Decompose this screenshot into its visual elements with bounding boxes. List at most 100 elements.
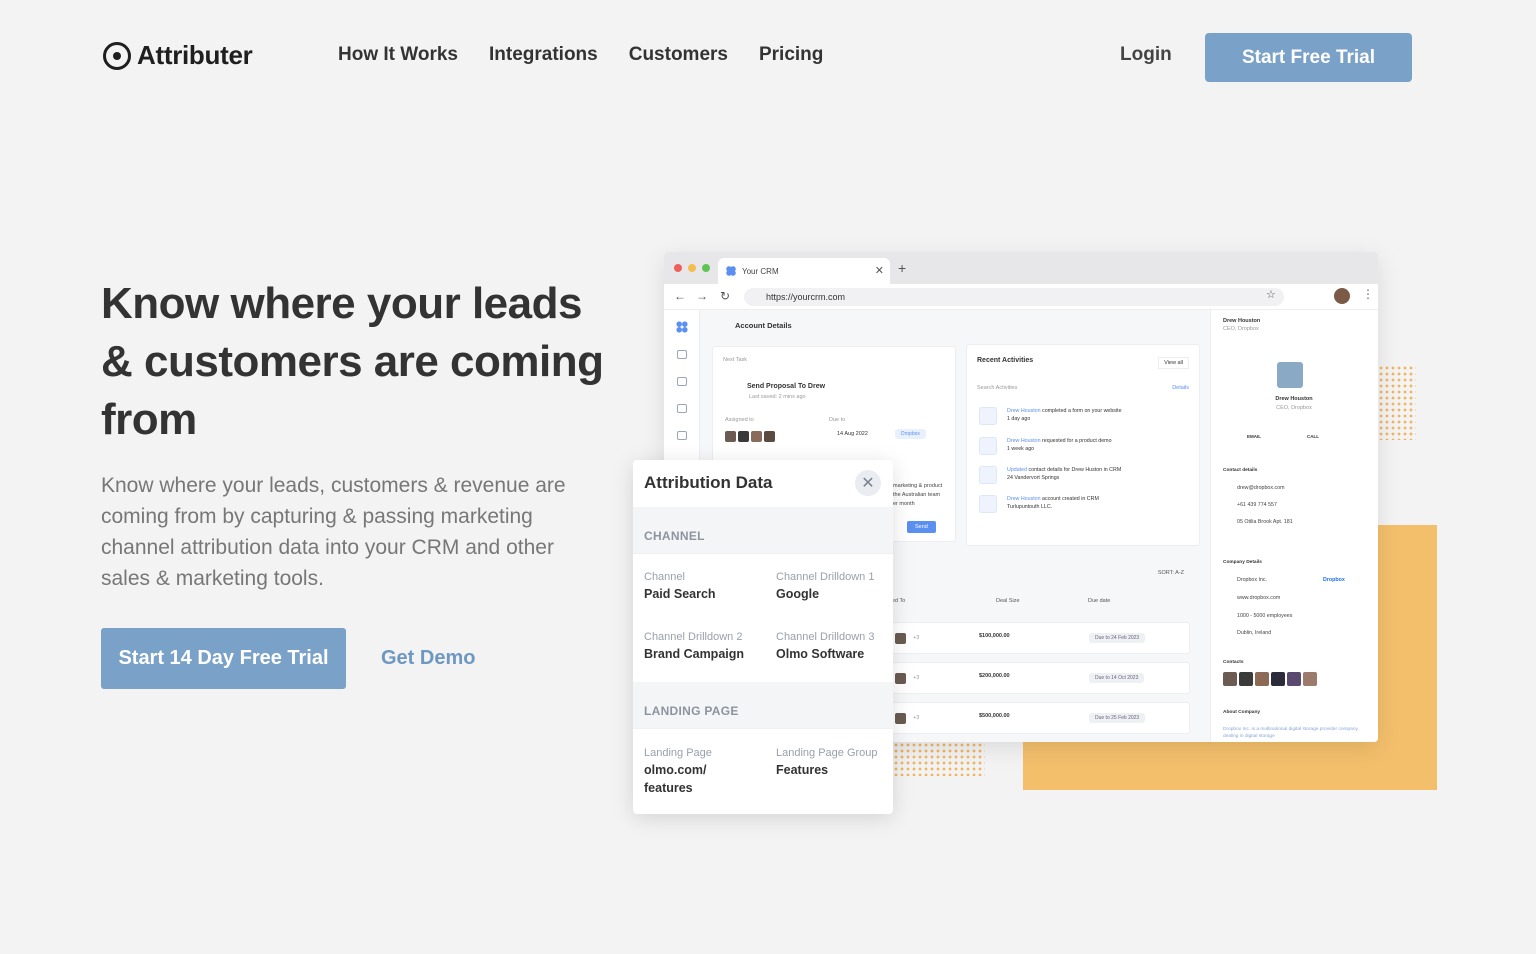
channel-drilldown-3-label: Channel Drilldown 3 xyxy=(776,631,875,643)
avatar xyxy=(895,633,906,644)
avatar xyxy=(1287,672,1301,686)
send-button: Send xyxy=(907,521,936,533)
nav-link-pricing[interactable]: Pricing xyxy=(759,44,823,66)
nav-link-how-it-works[interactable]: How It Works xyxy=(338,44,458,66)
recent-activities-card: Recent Activities View all Search Activi… xyxy=(966,344,1200,546)
avatar xyxy=(1303,672,1317,686)
channel-drilldown-3-value: Olmo Software xyxy=(776,647,865,661)
close-icon[interactable]: ✕ xyxy=(855,470,881,496)
activity-item: Drew Houston completed a form on your we… xyxy=(979,407,1122,425)
back-icon: ← xyxy=(674,289,686,303)
sidebar-icon xyxy=(677,377,687,386)
contact-header-name: Drew Houston xyxy=(1223,318,1261,324)
company-details-title: Company Details xyxy=(1223,560,1262,565)
landing-page-group-label: Landing Page Group xyxy=(776,747,878,759)
attribution-title: Attribution Data xyxy=(644,473,773,492)
browser-tab-bar: Your CRM ✕ + xyxy=(664,252,1378,284)
contact-name: Drew Houston xyxy=(1275,396,1313,402)
bookmark-star-icon: ☆ xyxy=(1266,289,1276,301)
company-employees: 1000 - 5000 employees xyxy=(1237,613,1293,619)
activity-icon xyxy=(979,407,997,425)
company-name: Dropbox Inc. xyxy=(1237,577,1268,583)
task-tag: Dropbox xyxy=(895,429,926,439)
table-header: Deal Size xyxy=(996,598,1020,604)
channel-value: Paid Search xyxy=(644,587,716,601)
company-location: Dublin, Ireland xyxy=(1237,630,1272,636)
about-company-title: About Company xyxy=(1223,710,1261,715)
crm-logo-icon xyxy=(726,266,736,276)
due-date: 14 Aug 2022 xyxy=(837,431,868,437)
brand-logo[interactable]: Attributer xyxy=(103,40,253,71)
activity-item: Updated contact details for Drew Huston … xyxy=(979,466,1121,484)
decorative-dots xyxy=(893,742,985,776)
view-all-button: View all xyxy=(1158,357,1189,369)
forward-icon: → xyxy=(696,289,708,303)
sidebar-icon xyxy=(677,350,687,359)
brand-name: Attributer xyxy=(137,40,253,70)
dropbox-logo: Dropbox xyxy=(1323,577,1345,583)
note-line: er month xyxy=(893,501,915,507)
landing-page-section-header: LANDING PAGE xyxy=(633,682,893,728)
avatar xyxy=(751,431,762,442)
due-label: Due to xyxy=(829,417,846,423)
channel-drilldown-1-value: Google xyxy=(776,587,820,601)
tab-close-icon: ✕ xyxy=(874,265,884,277)
start-14-day-trial-button[interactable]: Start 14 Day Free Trial xyxy=(101,628,346,689)
top-navigation: Attributer How It Works Integrations Cus… xyxy=(0,0,1536,115)
company-website: www.dropbox.com xyxy=(1237,595,1281,601)
activity-icon xyxy=(979,495,997,513)
channel-drilldown-2-label: Channel Drilldown 2 xyxy=(644,631,743,643)
call-button: CALL xyxy=(1307,434,1319,439)
task-title: Send Proposal To Drew xyxy=(747,383,826,390)
avatar xyxy=(1239,672,1253,686)
attribution-data-panel: Attribution Data ✕ CHANNEL Channel Paid … xyxy=(633,460,893,814)
due-pill: Due to 14 Oct 2023 xyxy=(1089,673,1145,683)
contact-email: drew@dropbox.com xyxy=(1237,485,1285,491)
browser-menu-icon: ⋮ xyxy=(1362,287,1374,301)
landing-page-value: olmo.com/ features xyxy=(644,763,707,795)
login-link[interactable]: Login xyxy=(1120,44,1172,66)
window-maximize-dot xyxy=(702,264,710,272)
deal-size: $100,000.00 xyxy=(979,633,1010,639)
deal-size: $500,000.00 xyxy=(979,713,1010,719)
nav-link-integrations[interactable]: Integrations xyxy=(489,44,598,66)
url-field: https://yourcrm.com xyxy=(744,288,1284,306)
nav-link-customers[interactable]: Customers xyxy=(629,44,728,66)
note-line: marketing & product xyxy=(893,483,943,489)
browser-tab: Your CRM ✕ xyxy=(718,258,890,284)
get-demo-link[interactable]: Get Demo xyxy=(381,647,475,670)
start-free-trial-button[interactable]: Start Free Trial xyxy=(1205,33,1412,82)
sort-control: SORT: A-Z xyxy=(1157,570,1184,576)
contacts-avatars xyxy=(1223,672,1319,691)
table-header: ed To xyxy=(892,598,906,604)
due-pill: Due to 25 Feb 2023 xyxy=(1089,713,1146,723)
activity-item: Drew Houston account created in CRM Turlu… xyxy=(979,495,1099,513)
table-row: +3 $500,000.00 Due to 25 Feb 2023 xyxy=(892,702,1190,734)
hero-subtitle: Know where your leads, customers & reven… xyxy=(101,474,566,590)
next-task-label: Next Task xyxy=(723,357,748,363)
contact-phone: +61 439 774 557 xyxy=(1237,502,1277,508)
account-details-header: Account Details xyxy=(735,321,792,330)
assigned-label: Assigned to xyxy=(725,417,754,423)
avatar xyxy=(895,713,906,724)
contact-details-title: Contact details xyxy=(1223,468,1258,473)
window-close-dot xyxy=(674,264,682,272)
landing-page-group-value: Features xyxy=(776,763,829,777)
search-activities-label: Search Activities xyxy=(977,385,1018,391)
channel-drilldown-1-label: Channel Drilldown 1 xyxy=(776,571,875,583)
nav-links: How It Works Integrations Customers Pric… xyxy=(338,44,823,66)
profile-avatar xyxy=(1334,288,1350,304)
table-header: Due date xyxy=(1088,598,1111,604)
contact-role: CEO, Dropbox xyxy=(1276,405,1312,411)
contacts-title: Contacts xyxy=(1223,660,1244,665)
hero-title: Know where your leads & customers are co… xyxy=(101,279,604,444)
table-row: +3 $200,000.00 Due to 14 Oct 2023 xyxy=(892,662,1190,694)
divider xyxy=(633,553,893,554)
logo-icon xyxy=(103,41,131,70)
due-pill: Due to 24 Feb 2023 xyxy=(1089,633,1146,643)
channel-drilldown-2-value: Brand Campaign xyxy=(644,647,745,661)
avatar xyxy=(764,431,775,442)
avatar xyxy=(1271,672,1285,686)
assignee-avatars xyxy=(725,429,777,447)
details-link: Details xyxy=(1172,385,1189,391)
